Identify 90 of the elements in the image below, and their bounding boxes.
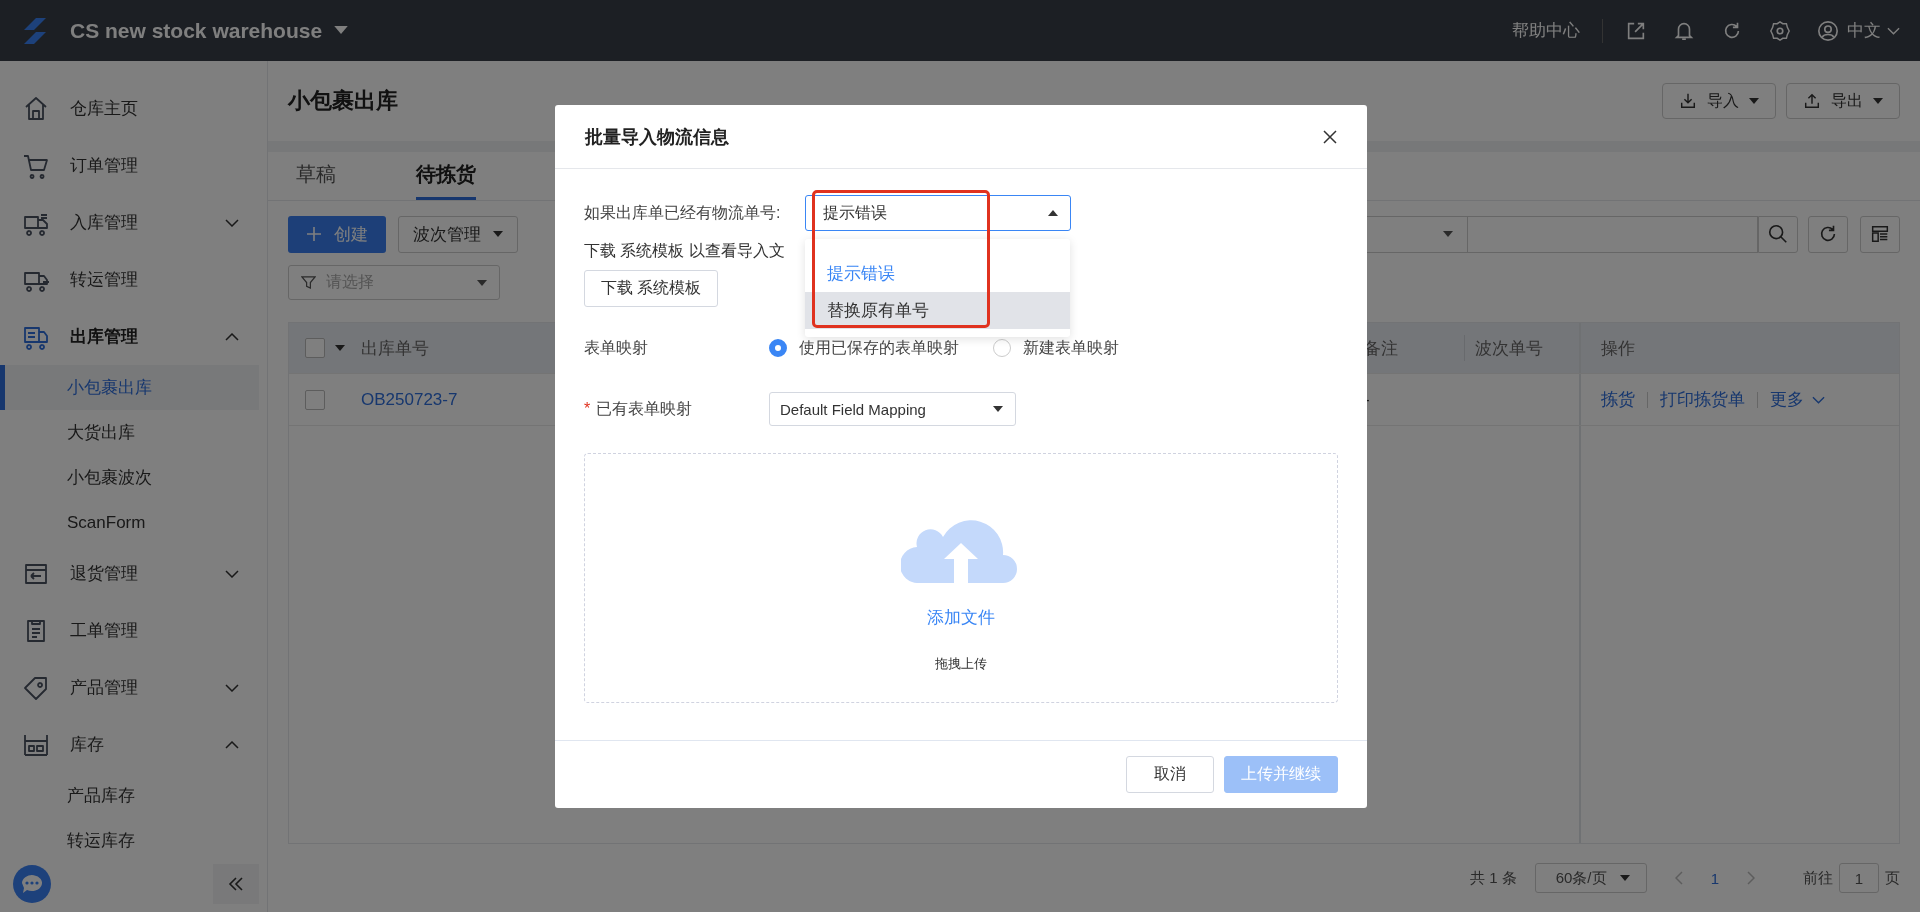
double-chevron-left-icon <box>228 877 244 891</box>
action-link[interactable]: 拣货 <box>1601 388 1635 411</box>
nav-subitem[interactable]: 转运库存 <box>0 818 259 863</box>
upload-icon <box>1803 92 1821 110</box>
field-label: 表单映射 <box>584 337 649 358</box>
nav-item[interactable]: 工单管理 <box>0 602 267 659</box>
search-button[interactable] <box>1758 215 1798 253</box>
required-mark: * <box>584 399 591 417</box>
existing-number-select[interactable]: 提示错误 <box>805 195 1071 231</box>
caret-icon <box>1443 231 1453 237</box>
nav-subitem[interactable]: 产品库存 <box>0 773 259 818</box>
caret-icon <box>477 279 487 286</box>
search-icon <box>1767 223 1789 245</box>
goto-label: 前往 <box>1803 868 1833 888</box>
user-icon[interactable] <box>1817 19 1839 42</box>
order-link[interactable]: OB250723-7 <box>361 389 458 410</box>
nav-item[interactable]: 出库管理 <box>0 308 267 365</box>
nav-item[interactable]: 产品管理 <box>0 659 267 716</box>
chevron-down-icon[interactable] <box>225 569 239 578</box>
columns-button[interactable] <box>1860 215 1900 253</box>
nav-subitem[interactable]: 大货出库 <box>0 410 259 455</box>
download-template-button[interactable]: 下载 系统模板 <box>584 270 719 307</box>
page-input[interactable]: 1 <box>1839 863 1879 893</box>
cancel-button[interactable]: 取消 <box>1126 756 1214 793</box>
upload-area[interactable]: 添加文件 拖拽上传 <box>584 453 1338 703</box>
nav-item[interactable]: 库存 <box>0 716 267 773</box>
caret-icon <box>1749 98 1759 104</box>
chevron-down-icon[interactable] <box>225 218 239 227</box>
template-hint: 下载 系统模板 以查看导入文 <box>584 241 786 261</box>
chevron-up-icon[interactable] <box>225 740 239 749</box>
nav-item[interactable]: 转运管理 <box>0 251 267 308</box>
chevron-down-icon[interactable] <box>1812 395 1825 404</box>
filter-icon <box>301 275 316 290</box>
chevron-down-icon[interactable] <box>225 683 239 692</box>
settings-icon[interactable] <box>1769 19 1791 42</box>
close-icon[interactable] <box>1323 129 1337 144</box>
checkbox[interactable] <box>305 338 325 358</box>
nav-subitem[interactable]: ScanForm <box>0 500 259 545</box>
plus-icon <box>306 226 322 242</box>
dialog-title: 批量导入物流信息 <box>585 125 730 149</box>
export-button[interactable]: 导出 <box>1786 83 1900 119</box>
download-icon <box>1679 92 1697 110</box>
column-header: 操作 <box>1601 337 1635 360</box>
chat-icon[interactable] <box>12 864 52 904</box>
nav-subitem[interactable]: 小包裹出库 <box>0 365 259 410</box>
mapping-select[interactable]: Default Field Mapping <box>769 392 1016 426</box>
batch-menu-button[interactable]: 波次管理 <box>398 215 518 253</box>
caret-icon <box>1619 875 1630 881</box>
drag-hint: 拖拽上传 <box>935 655 987 673</box>
radio-option[interactable]: 新建表单映射 <box>993 337 1119 359</box>
help-center-link[interactable]: 帮助中心 <box>1512 19 1580 42</box>
column-header: 出库单号 <box>361 337 429 360</box>
dropdown-option[interactable]: 替换原有单号 <box>805 292 1070 329</box>
tab[interactable]: 待拣货 <box>416 152 476 200</box>
page-suffix: 页 <box>1885 868 1900 888</box>
language-selector[interactable]: 中文 <box>1847 19 1881 42</box>
nav-item[interactable]: 入库管理 <box>0 194 267 251</box>
page-size-select[interactable]: 60条/页 <box>1534 863 1647 893</box>
page-number[interactable]: 1 <box>1710 869 1719 887</box>
dropdown-option[interactable]: 提示错误 <box>805 255 1070 292</box>
caret-icon[interactable] <box>335 345 345 351</box>
page-title: 小包裹出库 <box>288 87 398 115</box>
caret-icon <box>493 231 503 237</box>
total-count: 共 1 条 <box>1469 868 1517 888</box>
create-button[interactable]: 创建 <box>288 215 386 253</box>
checkbox[interactable] <box>305 389 325 410</box>
caret-icon <box>993 406 1003 412</box>
radio-option[interactable]: 使用已保存的表单映射 <box>769 337 959 359</box>
action-link[interactable]: 打印拣货单 <box>1660 388 1745 411</box>
nav-item[interactable]: 退货管理 <box>0 545 267 602</box>
collapse-button[interactable] <box>213 864 259 904</box>
tab[interactable]: 草稿 <box>296 152 376 200</box>
action-link[interactable]: 更多 <box>1770 388 1804 411</box>
column-header: 波次单号 <box>1475 337 1543 360</box>
nav-subitem[interactable]: 小包裹波次 <box>0 455 259 500</box>
field-label: 如果出库单已经有物流单号: <box>584 202 782 223</box>
nav-item[interactable]: 订单管理 <box>0 137 267 194</box>
nav-item[interactable]: 仓库主页 <box>0 80 267 137</box>
caret-icon[interactable] <box>334 26 349 35</box>
caret-icon <box>1048 210 1058 216</box>
field-label: 已有表单映射 <box>596 399 693 417</box>
columns-icon <box>1869 223 1891 245</box>
add-file-link[interactable]: 添加文件 <box>927 606 995 629</box>
import-button[interactable]: 导入 <box>1662 83 1776 119</box>
search-field[interactable] <box>1468 215 1758 253</box>
table-cell: - <box>1364 389 1370 410</box>
warehouse-title[interactable]: CS new stock warehouse <box>70 18 323 43</box>
caret-icon <box>1873 98 1883 104</box>
refresh-button[interactable] <box>1808 215 1848 253</box>
chevron-up-icon[interactable] <box>225 332 239 341</box>
